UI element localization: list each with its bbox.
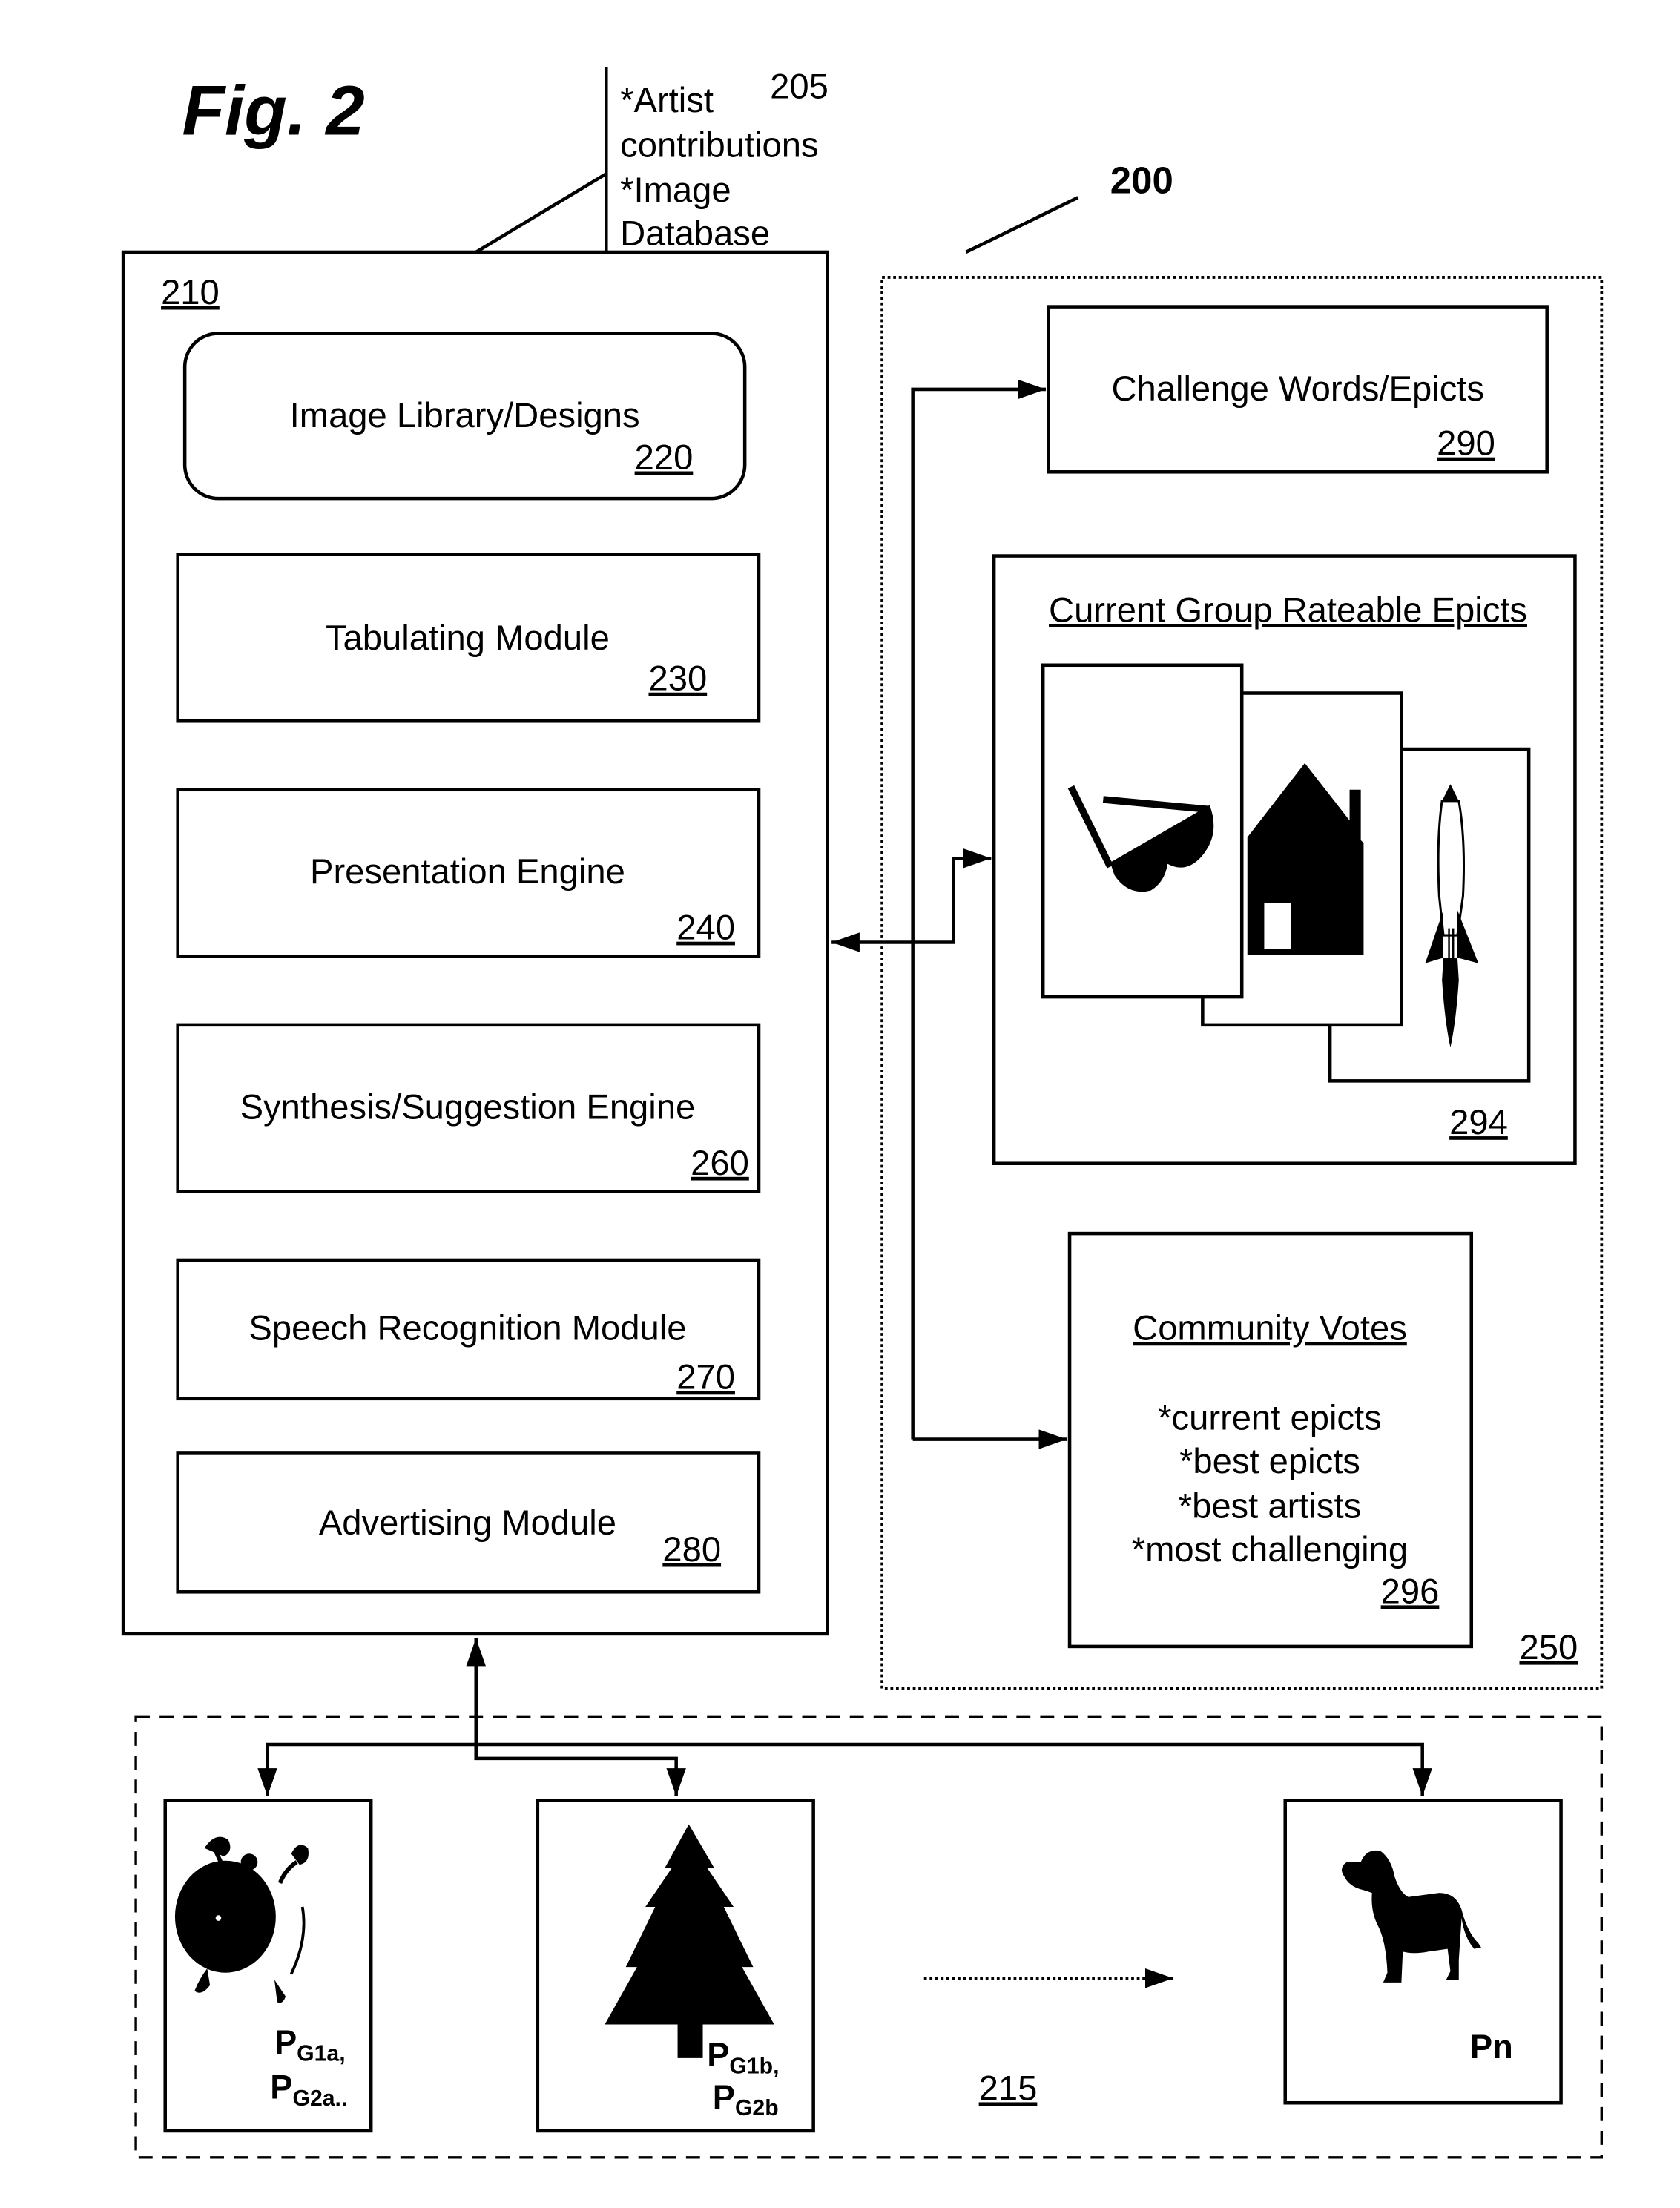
figure-canvas: Fig. 2 200 205 *Artist contributions *Im… — [121, 66, 1604, 2159]
connector-to-player-2 — [474, 1744, 686, 1796]
module-ref: 280 — [662, 1529, 721, 1569]
module-label: Tabulating Module — [326, 618, 610, 657]
player-label: Pn — [1470, 2028, 1513, 2066]
player-card-1[interactable]: PG1a, PG2a.. — [163, 1799, 373, 2133]
challenge-words-ref: 290 — [1437, 424, 1495, 463]
epict-card-glasses[interactable] — [1041, 663, 1244, 999]
module-label: Speech Recognition Module — [248, 1308, 686, 1348]
input-note-line-4: Database — [620, 214, 770, 253]
community-votes-title: Community Votes — [1133, 1308, 1407, 1348]
system-ref-leader — [965, 196, 1079, 254]
module-advertising[interactable]: Advertising Module 280 — [176, 1451, 761, 1594]
input-note-line-2: contributions — [620, 125, 818, 165]
module-ref: 260 — [691, 1143, 749, 1182]
rateable-epicts-box: Current Group Rateable Epicts 294 — [992, 554, 1577, 1165]
community-panel: 250 Challenge Words/Epicts 290 Current G… — [880, 276, 1604, 1690]
player-card-n[interactable]: Pn — [1283, 1799, 1563, 2105]
module-label: Synthesis/Suggestion Engine — [240, 1087, 696, 1126]
community-votes-box[interactable]: Community Votes *current epicts *best ep… — [1067, 1231, 1474, 1649]
server-ref: 210 — [161, 272, 220, 312]
input-note-line-3: *Image — [620, 170, 731, 209]
community-votes-ref: 296 — [1381, 1571, 1440, 1610]
module-speech-recognition[interactable]: Speech Recognition Module 270 — [176, 1258, 761, 1401]
module-presentation-engine[interactable]: Presentation Engine 240 — [176, 788, 761, 958]
vote-item: *best artists — [1179, 1486, 1361, 1525]
players-panel: 215 PG1a, PG2a.. PG1b, PG2b Pn — [134, 1638, 1603, 2159]
input-note-ref: 205 — [770, 66, 829, 105]
vote-item: *best epicts — [1179, 1441, 1360, 1480]
rateable-epicts-ref: 294 — [1449, 1102, 1508, 1141]
module-ref: 270 — [676, 1357, 735, 1397]
vote-item: *most challenging — [1132, 1529, 1408, 1569]
module-ref: 220 — [635, 438, 694, 477]
vote-item: *current epicts — [1158, 1397, 1382, 1437]
module-label: Advertising Module — [319, 1503, 616, 1542]
module-label: Presentation Engine — [310, 851, 625, 891]
module-tabulating[interactable]: Tabulating Module 230 — [176, 553, 761, 723]
module-label: Image Library/Designs — [290, 395, 640, 435]
rateable-epicts-title: Current Group Rateable Epicts — [1049, 590, 1527, 629]
community-ref: 250 — [1519, 1627, 1578, 1667]
module-image-library[interactable]: Image Library/Designs 220 — [182, 332, 747, 501]
system-ref-label: 200 — [1110, 159, 1173, 202]
module-ref: 230 — [648, 659, 707, 698]
input-note-leader — [475, 172, 607, 254]
challenge-words-box[interactable]: Challenge Words/Epicts 290 — [1047, 305, 1549, 474]
figure-title: Fig. 2 — [182, 71, 364, 149]
input-note-line-1: *Artist — [620, 80, 714, 119]
player-card-2[interactable]: PG1b, PG2b — [536, 1799, 815, 2133]
module-synthesis-engine[interactable]: Synthesis/Suggestion Engine 260 — [176, 1023, 761, 1193]
challenge-words-label: Challenge Words/Epicts — [1111, 369, 1484, 408]
players-ref: 215 — [979, 2068, 1038, 2107]
connector-to-player-n — [475, 1742, 1432, 1796]
server-panel: 210 Image Library/Designs 220 Tabulating… — [121, 250, 829, 1636]
module-ref: 240 — [676, 908, 735, 947]
connector-to-player-1 — [257, 1742, 476, 1796]
